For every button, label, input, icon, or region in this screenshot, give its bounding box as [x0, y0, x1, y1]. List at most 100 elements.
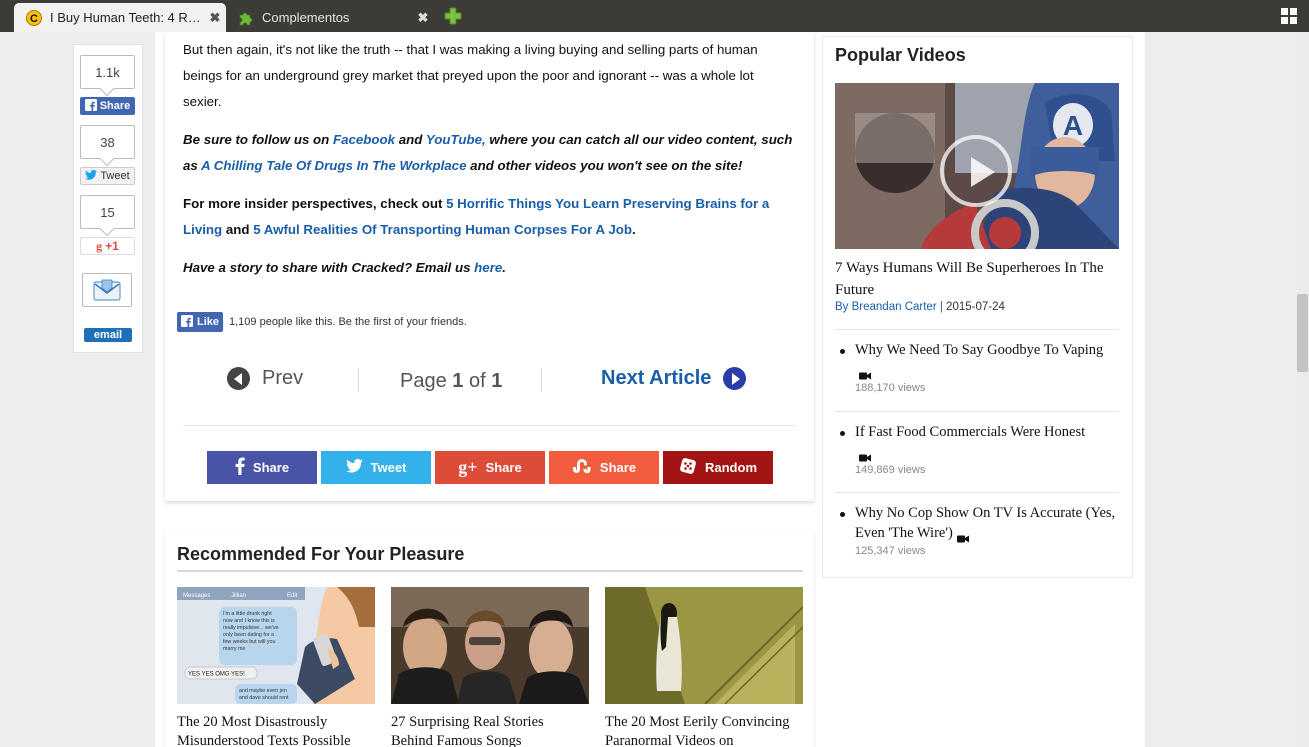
recommended-caption[interactable]: 27 Surprising Real Stories Behind Famous… [391, 713, 589, 747]
follow-paragraph: Be sure to follow us on Facebook and You… [183, 127, 795, 179]
email-button[interactable]: email [84, 328, 132, 342]
bullet-icon [840, 431, 845, 436]
video-views: 125,347 views [855, 545, 926, 557]
popular-videos-title: Popular Videos [835, 45, 966, 65]
video-title[interactable]: Why No Cop Show On TV Is Accurate (Yes, … [855, 505, 1115, 541]
recommended-item[interactable]: The 20 Most Eerily Convincing Paranormal… [605, 587, 803, 747]
featured-byline-prefix: By [835, 301, 852, 313]
facebook-like-button[interactable]: Like [177, 312, 223, 332]
facebook-icon [180, 314, 193, 330]
twitter-share-large-button[interactable]: Tweet [321, 451, 431, 484]
new-tab-plus-icon[interactable] [444, 7, 462, 25]
phone-header-left: Messages [183, 593, 210, 599]
arrow-right-icon [723, 367, 747, 390]
like-label: Like [196, 316, 219, 328]
phone-bubble-2: YES YES OMG YES! [188, 672, 245, 678]
scrollbar-thumb[interactable] [1297, 294, 1308, 372]
featured-video-title[interactable]: 7 Ways Humans Will Be Superheroes In The… [835, 257, 1119, 301]
random-label: Random [705, 460, 757, 475]
video-views: 149,869 views [855, 464, 926, 476]
article-body: But then again, it's not like the truth … [183, 37, 795, 293]
featured-video-thumbnail[interactable]: A [835, 83, 1119, 249]
facebook-share-large-button[interactable]: Share [207, 451, 317, 484]
popular-video-item[interactable]: If Fast Food Commercials Were Honest 149… [835, 411, 1119, 476]
gplus-icon: g [96, 238, 103, 253]
article-paragraph: But then again, it's not like the truth … [183, 42, 758, 109]
prev-button[interactable]: Prev [227, 367, 303, 390]
browser-tab-addons[interactable]: Complementos ✖ [226, 3, 434, 32]
vertical-scrollbar[interactable] [1296, 32, 1309, 747]
page-total: 1 [491, 370, 503, 392]
recommended-item[interactable]: Messages Jillian Edit I'm a little drunk… [177, 587, 375, 747]
svg-text:C: C [30, 13, 38, 25]
video-views: 188,170 views [855, 382, 926, 394]
gplus-share-large-button[interactable]: g+ Share [435, 451, 545, 484]
facebook-share-button[interactable]: Share [80, 97, 135, 115]
stumbleupon-icon [572, 459, 592, 476]
video-title[interactable]: Why We Need To Say Goodbye To Vaping [855, 342, 1103, 358]
page-viewport: 1.1k Share 38 Tweet 15 g +1 email But th… [0, 32, 1296, 747]
close-tab-icon[interactable]: ✖ [412, 10, 434, 26]
tweet-button[interactable]: Tweet [80, 167, 135, 185]
gplus-label: +1 [105, 239, 119, 253]
featured-author-link[interactable]: Breandan Carter [852, 301, 937, 313]
article-card: But then again, it's not like the truth … [165, 32, 814, 501]
pagination: Prev Page 1 of 1 Next Article [183, 362, 795, 426]
popular-video-item[interactable]: Why No Cop Show On TV Is Accurate (Yes, … [835, 492, 1119, 557]
recommended-thumbnail[interactable]: Messages Jillian Edit I'm a little drunk… [177, 587, 375, 704]
dice-icon [679, 457, 697, 478]
facebook-share-label: Share [99, 100, 131, 112]
video-title[interactable]: If Fast Food Commercials Were Honest [855, 424, 1085, 440]
popular-video-item[interactable]: Why We Need To Say Goodbye To Vaping 188… [835, 329, 1119, 394]
share-label: Share [252, 460, 290, 475]
random-article-button[interactable]: Random [663, 451, 773, 484]
close-tab-icon[interactable]: ✖ [204, 10, 226, 26]
recommended-item[interactable]: 27 Surprising Real Stories Behind Famous… [391, 587, 589, 747]
email-here-link[interactable]: here [474, 260, 502, 275]
page-prefix: Page [400, 370, 453, 392]
recommended-caption[interactable]: The 20 Most Eerily Convincing Paranormal… [605, 713, 803, 747]
gplus-icon: g+ [458, 457, 478, 477]
video-camera-icon [859, 366, 873, 380]
recommended-thumbnail[interactable] [391, 587, 589, 704]
share-label: Share [485, 460, 522, 475]
twitter-share-count: 38 [80, 125, 135, 159]
puzzle-piece-icon [238, 10, 254, 26]
featured-date: 2015-07-24 [946, 301, 1005, 313]
like-count-text: 1,109 people like this. Be the first of … [229, 316, 467, 328]
tweet-label: Tweet [370, 460, 407, 475]
corpses-article-link[interactable]: 5 Awful Realities Of Transporting Human … [253, 222, 632, 237]
pager-divider [541, 368, 542, 392]
featured-meta-separator: | [936, 301, 947, 313]
gplus-button[interactable]: g +1 [80, 237, 135, 255]
insider-text: For more insider perspectives, check out [183, 196, 447, 211]
facebook-link[interactable]: Facebook [333, 132, 395, 147]
featured-video-meta: By Breandan Carter | 2015-07-24 [835, 301, 1005, 313]
video-link[interactable]: A Chilling Tale Of Drugs In The Workplac… [201, 158, 466, 173]
share-label: Share [599, 460, 637, 475]
story-text: Have a story to share with Cracked? Emai… [183, 260, 475, 275]
arrow-left-icon [227, 367, 250, 390]
recommended-caption[interactable]: The 20 Most Disastrously Misunderstood T… [177, 713, 375, 747]
play-button-icon[interactable] [940, 135, 1012, 207]
tab-title: I Buy Human Teeth: 4 Re... [50, 10, 204, 25]
browser-tab-article[interactable]: C I Buy Human Teeth: 4 Re... ✖ [14, 3, 226, 32]
follow-text: and other videos you won't see on the si… [466, 158, 743, 173]
youtube-link[interactable]: YouTube, [426, 132, 486, 147]
follow-text: and [395, 132, 426, 147]
browser-menu-icon[interactable] [1281, 8, 1297, 24]
facebook-f-icon [235, 457, 245, 478]
next-article-button[interactable]: Next Article [601, 367, 747, 390]
page-current: 1 [452, 370, 464, 392]
stumbleupon-share-button[interactable]: Share [549, 451, 659, 484]
twitter-bird-icon [345, 458, 363, 476]
pager-divider [358, 368, 359, 392]
page-indicator: Page 1 of 1 [400, 370, 502, 393]
prev-label: Prev [262, 367, 304, 389]
recommended-thumbnail[interactable] [605, 587, 803, 704]
follow-text: Be sure to follow us on [183, 132, 333, 147]
story-text: . [502, 260, 506, 275]
email-envelope-icon[interactable] [82, 273, 132, 307]
tweet-label: Tweet [100, 170, 130, 182]
phone-bubble-3: and maybe even jen and dave should rent [239, 688, 289, 701]
